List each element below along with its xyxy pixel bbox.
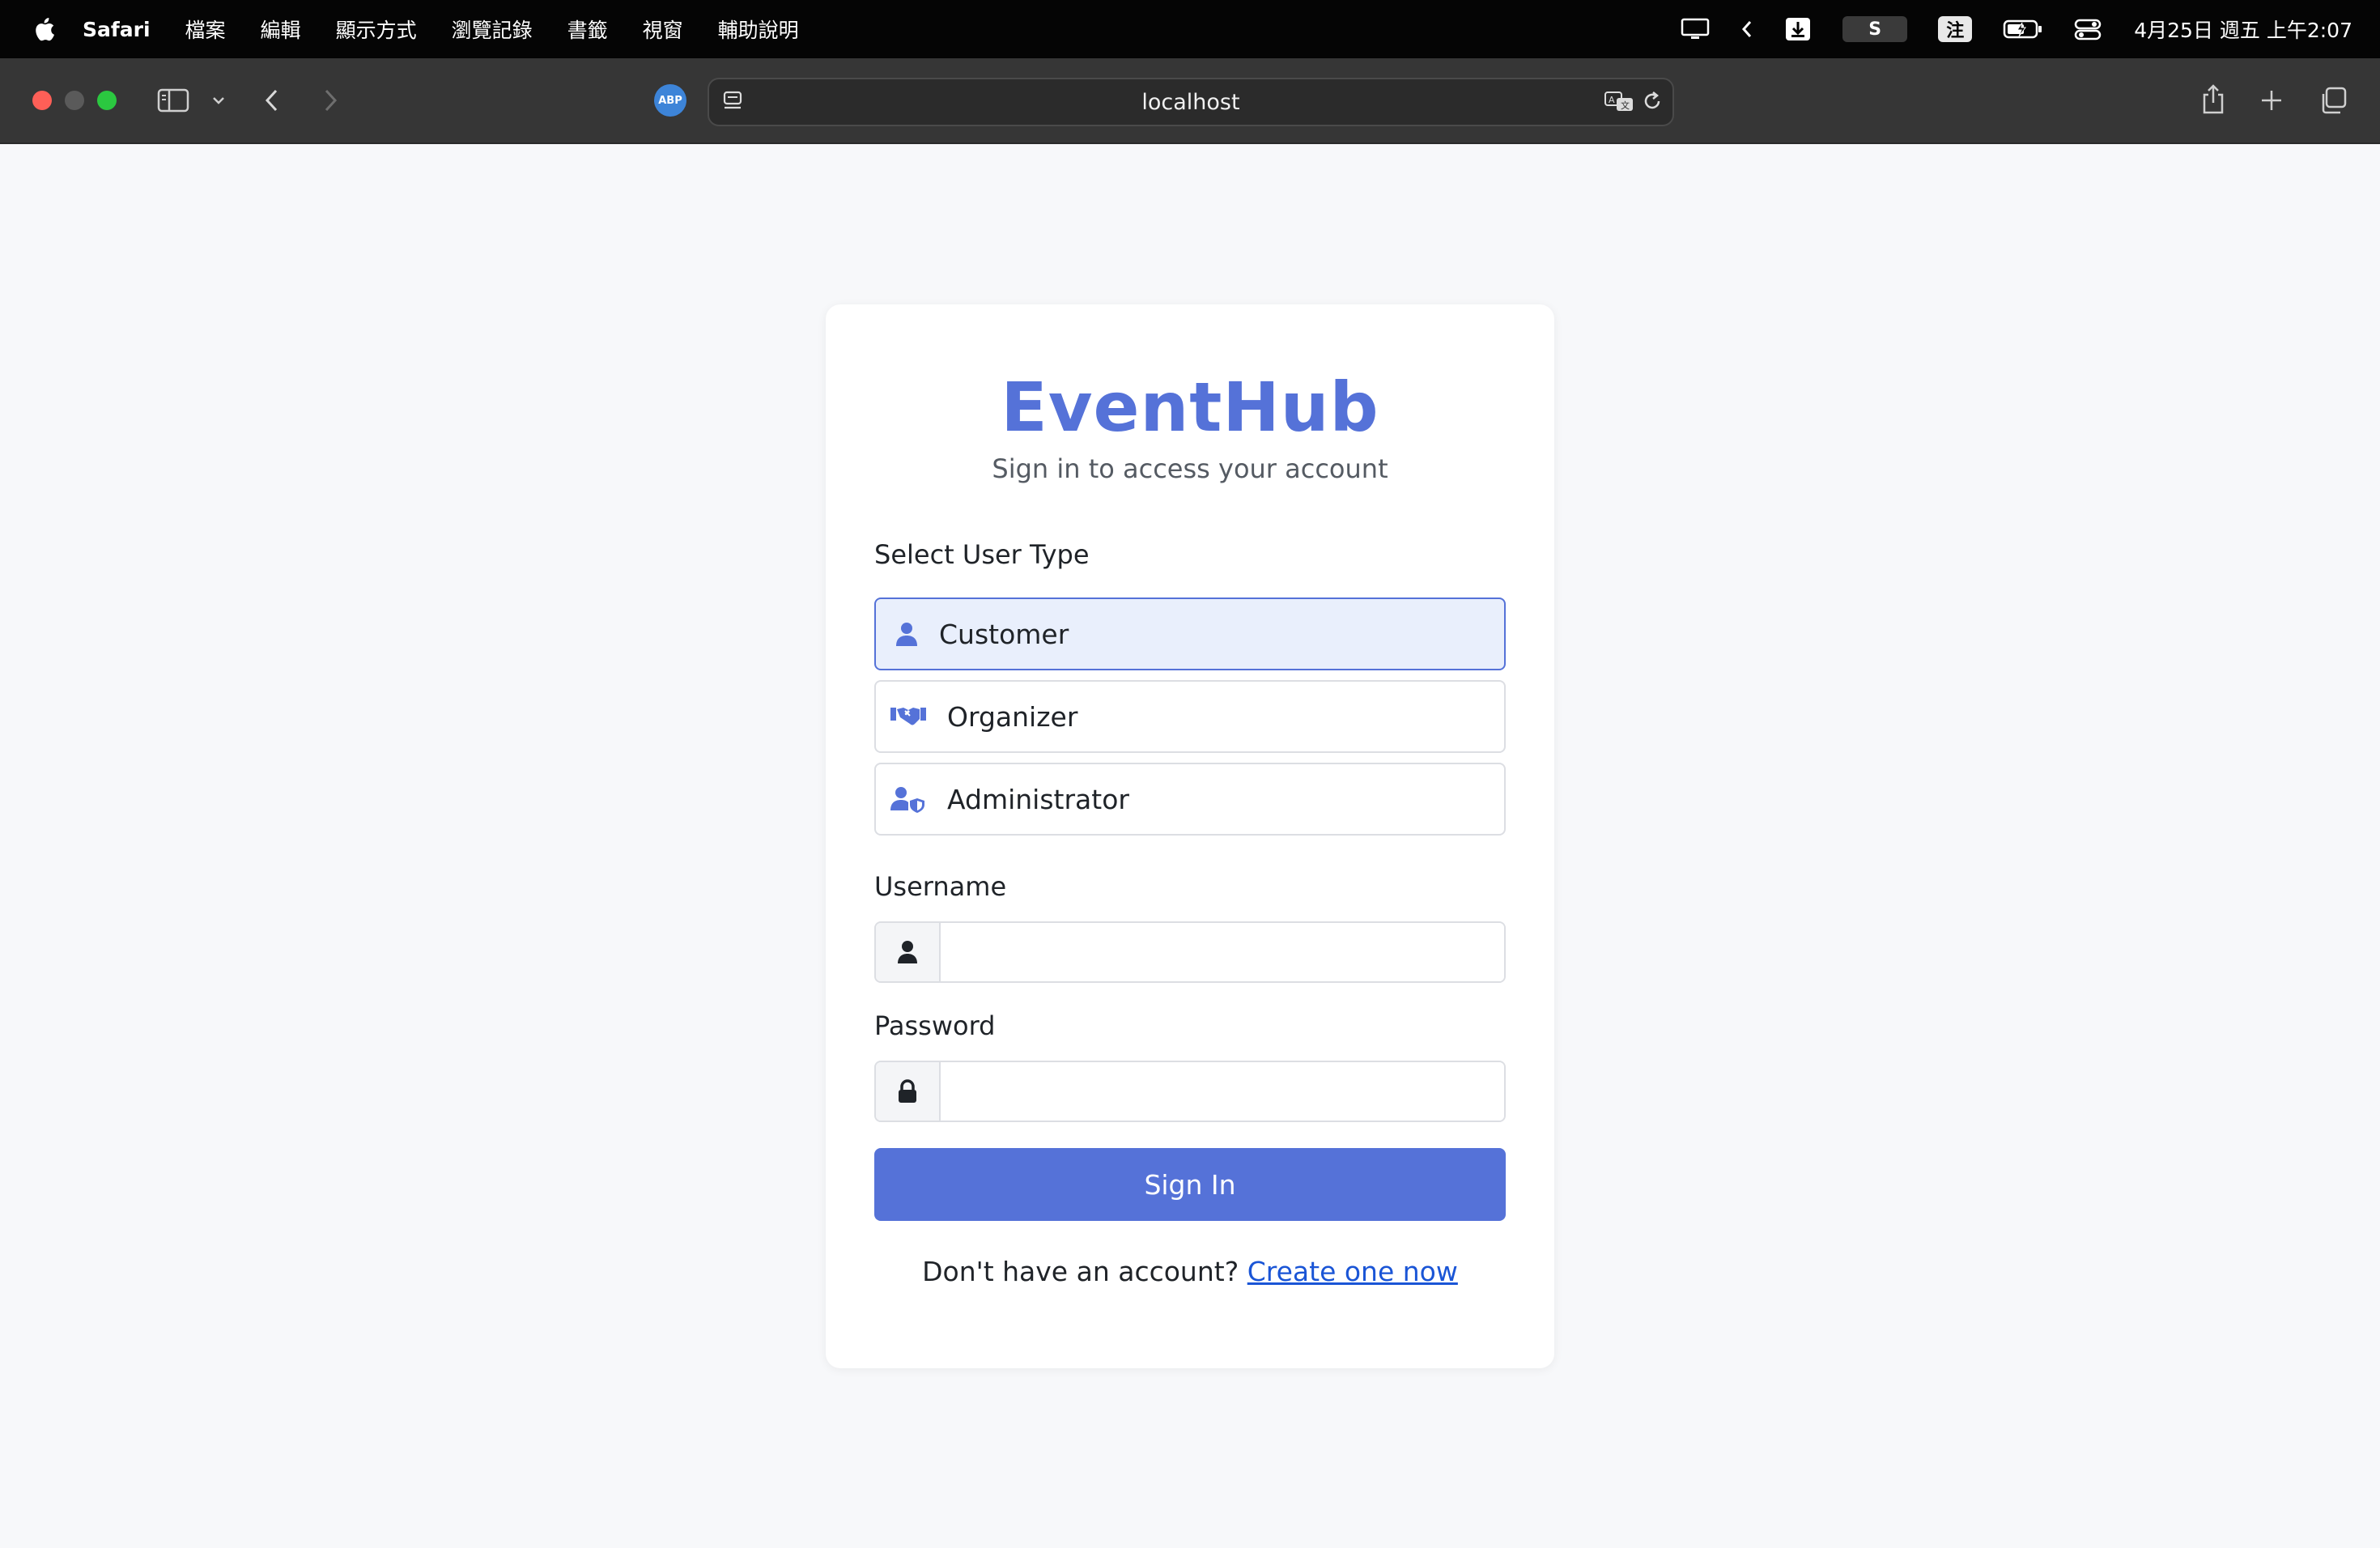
s-app-icon[interactable]: S — [1842, 16, 1908, 42]
forward-icon[interactable] — [317, 87, 343, 113]
input-method-icon[interactable]: 注 — [1938, 16, 1973, 42]
chevron-left-icon[interactable] — [1740, 19, 1753, 39]
reload-icon[interactable] — [1640, 89, 1664, 113]
user-type-label: Select User Type — [874, 539, 1090, 570]
username-label: Username — [874, 871, 1007, 902]
sign-in-button[interactable]: Sign In — [874, 1148, 1506, 1221]
browser-toolbar: ABP localhost A文 — [0, 58, 2380, 144]
input-method-label: 注 — [1938, 16, 1973, 42]
menu-file[interactable]: 檔案 — [185, 15, 226, 44]
zoom-window-button[interactable] — [97, 91, 117, 110]
battery-icon[interactable] — [2003, 18, 2043, 40]
new-tab-icon[interactable] — [2257, 86, 2286, 115]
adblock-icon[interactable]: ABP — [654, 84, 686, 117]
menu-bookmarks[interactable]: 書籤 — [567, 15, 608, 44]
menu-help[interactable]: 輔助說明 — [718, 15, 799, 44]
url-text[interactable]: localhost — [1141, 90, 1239, 115]
user-icon — [890, 618, 923, 650]
login-card: EventHub Sign in to access your account … — [826, 304, 1554, 1368]
svg-text:文: 文 — [1621, 100, 1630, 111]
user-type-customer[interactable]: Customer — [874, 598, 1506, 670]
sidebar-icon[interactable] — [155, 86, 191, 115]
create-account-link[interactable]: Create one now — [1247, 1256, 1458, 1287]
menu-history[interactable]: 瀏覽記錄 — [452, 15, 533, 44]
user-type-administrator-label: Administrator — [947, 783, 1129, 815]
display-icon[interactable] — [1681, 17, 1710, 41]
handshake-icon — [890, 700, 926, 733]
user-type-organizer[interactable]: Organizer — [874, 680, 1506, 753]
password-label: Password — [874, 1010, 996, 1041]
user-shield-icon — [890, 783, 926, 815]
signup-prompt-text: Don't have an account? — [922, 1256, 1239, 1287]
menu-window[interactable]: 視窗 — [643, 15, 683, 44]
brand-title: EventHub — [1001, 368, 1379, 447]
user-type-customer-label: Customer — [939, 618, 1069, 650]
signup-prompt: Don't have an account? Create one now — [826, 1256, 1554, 1287]
password-input[interactable] — [941, 1062, 1504, 1121]
user-type-administrator[interactable]: Administrator — [874, 763, 1506, 836]
user-type-organizer-label: Organizer — [947, 700, 1078, 733]
address-bar[interactable]: localhost A文 — [708, 78, 1674, 126]
share-icon[interactable] — [2197, 83, 2229, 117]
page-menu-icon[interactable] — [720, 89, 745, 113]
chevron-down-icon[interactable] — [209, 91, 228, 110]
username-field-group — [874, 921, 1506, 983]
menu-app-safari[interactable]: Safari — [83, 18, 151, 41]
control-center-icon[interactable] — [2074, 18, 2102, 40]
apple-icon[interactable] — [32, 15, 57, 43]
user-icon — [876, 923, 941, 981]
minimize-window-button[interactable] — [65, 91, 84, 110]
close-window-button[interactable] — [32, 91, 52, 110]
menu-edit[interactable]: 編輯 — [261, 15, 301, 44]
translate-icon[interactable]: A文 — [1603, 89, 1635, 113]
tab-overview-icon[interactable] — [2317, 84, 2349, 117]
menu-clock[interactable]: 4月25日 週五 上午2:07 — [2134, 15, 2352, 44]
password-field-group — [874, 1061, 1506, 1122]
username-input[interactable] — [941, 923, 1504, 981]
menu-view[interactable]: 顯示方式 — [336, 15, 417, 44]
lock-icon — [876, 1062, 941, 1121]
download-icon[interactable] — [1784, 16, 1812, 42]
menu-bar: Safari 檔案 編輯 顯示方式 瀏覽記錄 書籤 視窗 輔助說明 S 注 4月… — [0, 0, 2380, 58]
login-subtitle: Sign in to access your account — [992, 453, 1388, 484]
svg-text:A: A — [1609, 95, 1615, 105]
s-app-label: S — [1842, 16, 1908, 42]
back-icon[interactable] — [259, 87, 285, 113]
